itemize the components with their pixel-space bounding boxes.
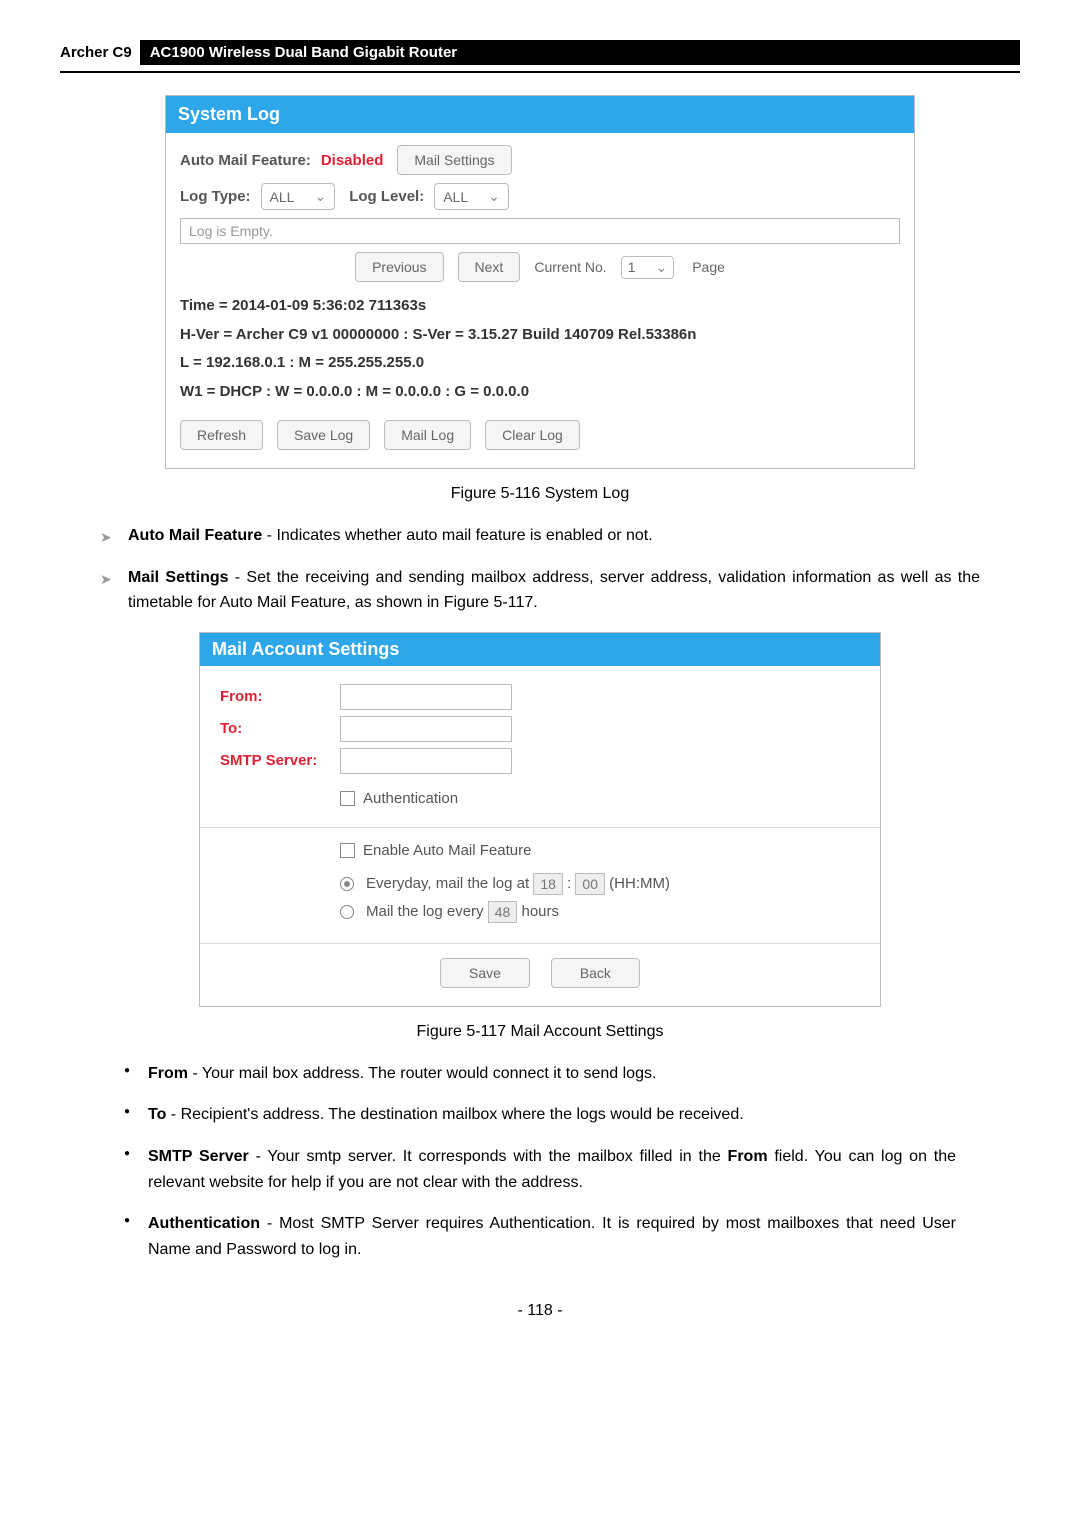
smtp-label: SMTP Server:	[220, 752, 340, 769]
save-log-button[interactable]: Save Log	[277, 420, 370, 450]
current-no-label: Current No.	[534, 259, 606, 275]
mail-account-panel: Mail Account Settings From: To: SMTP Ser…	[199, 632, 881, 1007]
panel-title: System Log	[166, 96, 914, 133]
to-label: To:	[220, 720, 340, 737]
page-number: - 118 -	[60, 1302, 1020, 1320]
clear-log-button[interactable]: Clear Log	[485, 420, 580, 450]
log-line: Time = 2014-01-09 5:36:02 711363s	[180, 292, 900, 321]
bullet-item: Mail Settings - Set the receiving and se…	[100, 565, 980, 616]
page-word: Page	[692, 259, 725, 275]
opt1-text: Everyday, mail the log at	[366, 875, 529, 892]
mail-log-button[interactable]: Mail Log	[384, 420, 471, 450]
chevron-down-icon: ⌄	[314, 188, 326, 205]
page-select[interactable]: 1⌄	[621, 256, 675, 279]
chevron-down-icon: ⌄	[488, 188, 500, 205]
minute-input[interactable]: 00	[575, 873, 605, 895]
system-log-panel: System Log Auto Mail Feature: Disabled M…	[165, 95, 915, 469]
everyday-radio[interactable]	[340, 877, 354, 891]
bullet-item: From - Your mail box address. The router…	[124, 1061, 956, 1087]
refresh-button[interactable]: Refresh	[180, 420, 263, 450]
bullet-item: To - Recipient's address. The destinatio…	[124, 1102, 956, 1128]
enable-automail-checkbox[interactable]	[340, 843, 355, 858]
smtp-input[interactable]	[340, 748, 512, 774]
auto-mail-value: Disabled	[321, 152, 384, 169]
log-level-label: Log Level:	[349, 188, 424, 205]
bullet-item: SMTP Server - Your smtp server. It corre…	[124, 1144, 956, 1195]
log-line: W1 = DHCP : W = 0.0.0.0 : M = 0.0.0.0 : …	[180, 378, 900, 407]
opt2-suffix: hours	[521, 903, 559, 920]
figure-caption: Figure 5-116 System Log	[60, 485, 1020, 503]
authentication-checkbox[interactable]	[340, 791, 355, 806]
bullet-item: Auto Mail Feature - Indicates whether au…	[100, 523, 980, 549]
header-rule	[60, 71, 1020, 73]
from-label: From:	[220, 688, 340, 705]
previous-button[interactable]: Previous	[355, 252, 443, 282]
every-hours-radio[interactable]	[340, 905, 354, 919]
bullet-item: Authentication - Most SMTP Server requir…	[124, 1211, 956, 1262]
enable-automail-label: Enable Auto Mail Feature	[363, 842, 531, 859]
hours-input[interactable]: 48	[488, 901, 518, 923]
log-type-select[interactable]: ALL⌄	[261, 183, 336, 210]
log-level-select[interactable]: ALL⌄	[434, 183, 509, 210]
back-button[interactable]: Back	[551, 958, 640, 988]
panel-title: Mail Account Settings	[200, 633, 880, 666]
log-type-label: Log Type:	[180, 188, 251, 205]
authentication-label: Authentication	[363, 790, 458, 807]
log-line: H-Ver = Archer C9 v1 00000000 : S-Ver = …	[180, 321, 900, 350]
next-button[interactable]: Next	[458, 252, 521, 282]
header-title: AC1900 Wireless Dual Band Gigabit Router	[140, 40, 1020, 65]
from-input[interactable]	[340, 684, 512, 710]
opt1-suffix: (HH:MM)	[609, 875, 670, 892]
chevron-down-icon: ⌄	[655, 259, 667, 276]
figure-caption: Figure 5-117 Mail Account Settings	[60, 1023, 1020, 1041]
log-line: L = 192.168.0.1 : M = 255.255.255.0	[180, 349, 900, 378]
auto-mail-label: Auto Mail Feature:	[180, 152, 311, 169]
header-model: Archer C9	[60, 44, 132, 61]
opt2-text: Mail the log every	[366, 903, 484, 920]
to-input[interactable]	[340, 716, 512, 742]
mail-settings-button[interactable]: Mail Settings	[397, 145, 511, 175]
hour-input[interactable]: 18	[533, 873, 563, 895]
save-button[interactable]: Save	[440, 958, 530, 988]
log-content: Log is Empty.	[180, 218, 900, 244]
